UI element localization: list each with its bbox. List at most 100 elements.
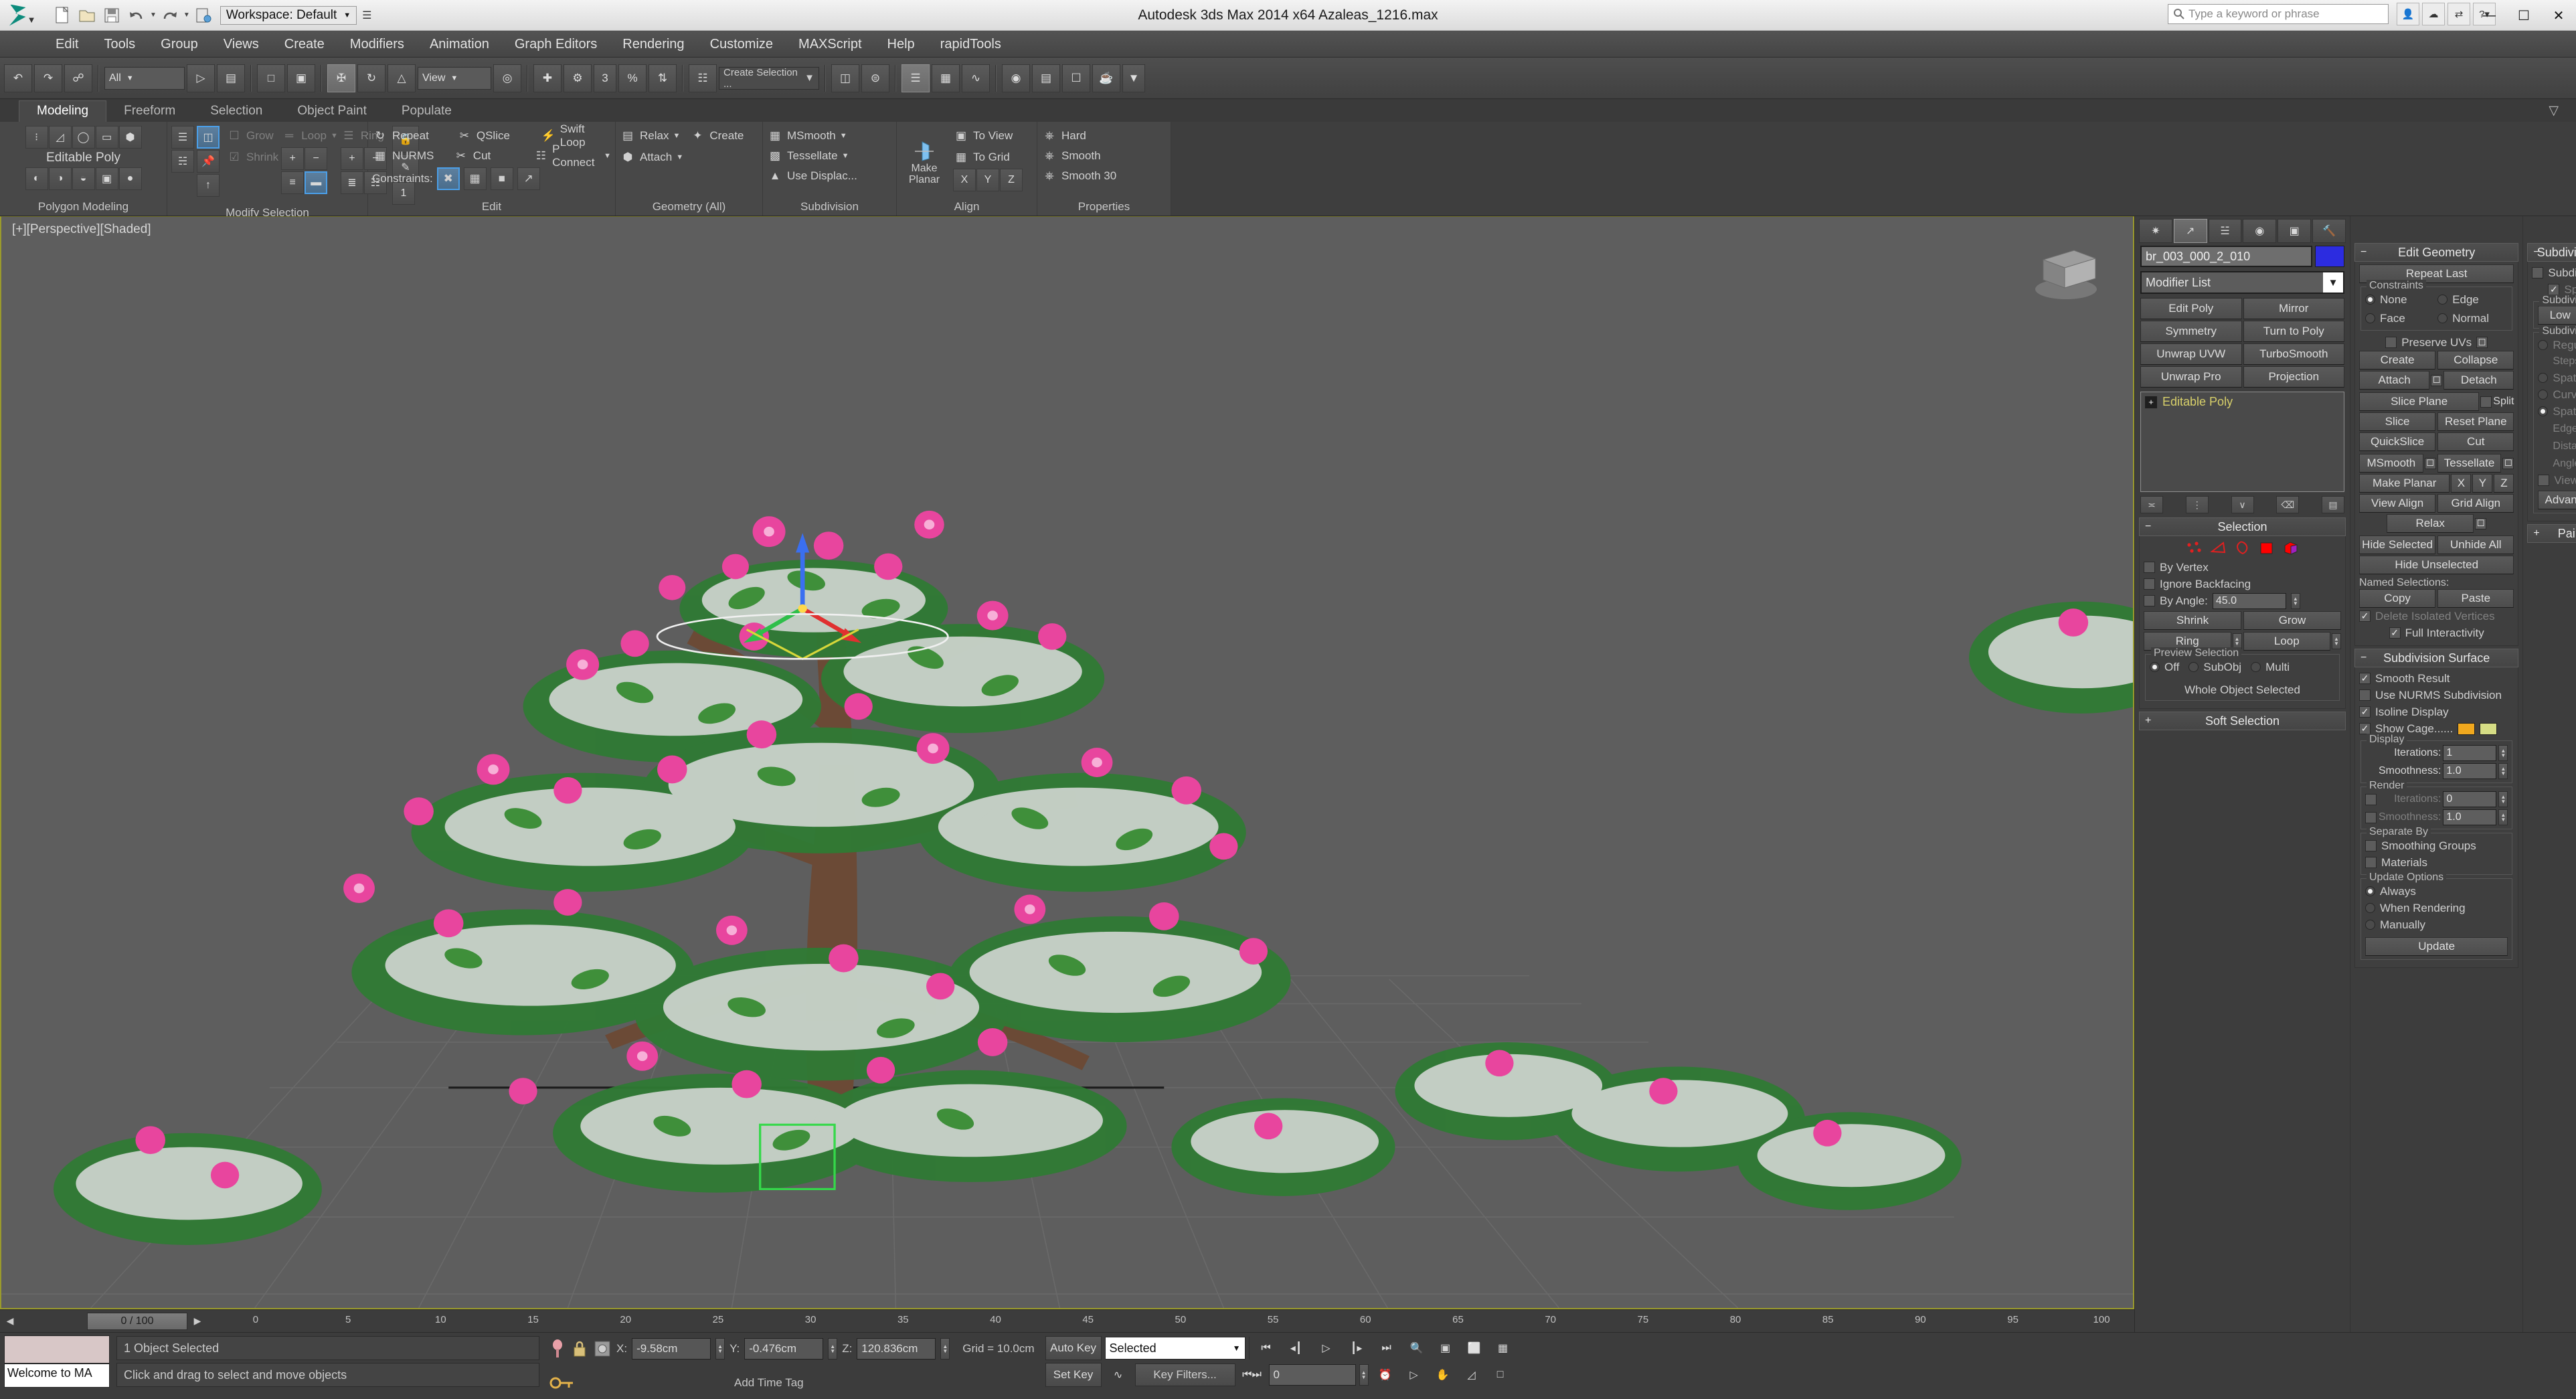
unwrap-uvw-modifier-button[interactable]: Unwrap UVW [2140,343,2242,365]
angle-snap-icon[interactable]: 3 [594,64,616,92]
unwrap-pro-modifier-button[interactable]: Unwrap Pro [2140,366,2242,388]
create-button[interactable]: Create [2359,351,2436,369]
use-nurms-checkbox[interactable]: Use NURMS Subdivision [2359,687,2514,704]
make-planar-button[interactable]: Make Planar [2359,474,2450,493]
isoline-display-checkbox[interactable]: Isoline Display [2359,704,2514,720]
create-tab-icon[interactable]: ✷ [2139,219,2172,243]
maxscript-input-pane[interactable]: Welcome to MA [4,1364,110,1388]
constraint-normal-radio[interactable]: Normal [2437,310,2508,327]
method-regular-radio[interactable]: Regular [2538,337,2576,353]
toggle-command-panel-icon[interactable]: ◫ [197,126,220,149]
pan-view-icon[interactable]: ✋ [1430,1363,1456,1387]
expand-icon[interactable]: + [2145,396,2157,408]
cloud-icon[interactable]: ☁ [2422,3,2445,25]
cut-button[interactable]: ✂ Cut [453,146,521,166]
reset-plane-button[interactable]: Reset Plane [2437,412,2514,431]
smoothing-groups-checkbox[interactable]: Smoothing Groups [2365,837,2508,854]
chevron-down-icon[interactable]: ▼ [676,153,683,161]
projection-modifier-button[interactable]: Projection [2243,366,2344,388]
make-planar-label[interactable]: Make Planar [901,163,948,185]
key-icon[interactable] [549,1374,576,1392]
collapse-button[interactable]: Collapse [2437,351,2514,369]
z-spinner[interactable]: ▲ ▼ [940,1337,950,1360]
smooth-button[interactable]: ⎈ Smooth [1041,146,1167,166]
curve-editor-icon[interactable]: ∿ [962,64,990,92]
render-production-icon[interactable]: ☕ [1092,64,1120,92]
menu-item-help[interactable]: Help [875,31,928,58]
generate-topology-icon[interactable]: ◐ [25,167,48,190]
paint-deformation-header[interactable]: + Paint Deformation [2527,524,2576,543]
use-stack-selection-icon[interactable]: ☰ [171,126,194,149]
reference-coordinate-combo[interactable]: View ▼ [418,66,491,90]
x-spinner[interactable]: ▲ ▼ [715,1337,725,1360]
relax-button[interactable]: ▤ Relax ▼ [620,126,680,146]
select-and-scale-icon[interactable]: △ [388,64,416,92]
edit-poly-modifier-button[interactable]: Edit Poly [2140,298,2242,319]
border-selection-icon[interactable] [2234,541,2251,556]
select-and-manipulate-icon[interactable]: ✚ [533,64,562,92]
detach-button[interactable]: Detach [2443,371,2514,390]
copy-button[interactable]: Copy [2359,589,2436,608]
key-mode-combo[interactable]: Selected ▼ [1104,1337,1246,1360]
z-coordinate-input[interactable]: 120.836cm [857,1337,936,1360]
zoom-all-icon[interactable]: ▣ [1432,1336,1459,1360]
render-smoothness-spinner[interactable]: ▲ ▼ [2498,809,2508,825]
align-icon[interactable]: ⊜ [861,64,889,92]
search-input[interactable]: Type a keyword or phrase [2168,4,2389,24]
advanced-parameters-button[interactable]: Advanced Parameters... [2538,491,2576,509]
loop-button[interactable]: ═ Loop ▼ [281,126,338,146]
timeline-prev-icon[interactable]: ◀ [0,1315,20,1327]
ring-shift-icon[interactable]: ≣ [340,171,363,194]
window-crossing-icon[interactable]: ▣ [287,64,315,92]
menu-item-rapidtools[interactable]: rapidTools [928,31,1014,58]
constraint-face-radio[interactable]: Face [2365,310,2435,327]
turbosmooth-modifier-button[interactable]: TurboSmooth [2243,343,2344,365]
make-unique-icon[interactable]: ↑ [197,174,220,197]
use-displacement-button[interactable]: ▲ Use Displac... [767,166,892,186]
preset-low-button[interactable]: Low [2538,306,2576,325]
material-editor-icon[interactable]: ◉ [1002,64,1030,92]
shrink-button[interactable]: ☑ Shrink [226,147,278,167]
orbit-icon[interactable]: ◿ [1458,1363,1485,1387]
current-frame-spinner[interactable]: ▲ ▼ [1359,1364,1369,1386]
make-planar-z-button[interactable]: Z [2494,474,2514,493]
by-angle-spinner[interactable]: ▲ ▼ [2290,592,2300,609]
menu-item-animation[interactable]: Animation [417,31,502,58]
timeline-ruler[interactable]: 0 5 10 15 20 25 30 35 40 45 50 55 60 65 … [207,1310,2134,1333]
chevron-down-icon[interactable]: ▼ [604,152,611,160]
menu-item-maxscript[interactable]: MAXScript [786,31,874,58]
by-angle-input[interactable]: 45.0 [2212,592,2286,609]
set-project-folder-icon[interactable] [192,5,215,26]
to-view-button[interactable]: ▣ To View [953,126,1023,146]
smooth-result-checkbox[interactable]: Smooth Result [2359,670,2514,687]
quickslice-button[interactable]: QuickSlice [2359,432,2436,451]
configure-modifier-sets-icon[interactable]: ▤ [2322,496,2344,513]
select-link-icon[interactable]: ☍ [64,64,92,92]
preview-subobj-radio[interactable]: SubObj [2188,659,2241,675]
mirror-icon[interactable]: ◫ [831,64,859,92]
by-vertex-checkbox[interactable]: By Vertex [2144,559,2341,576]
add-time-tag-label[interactable]: Add Time Tag [734,1376,804,1390]
menu-item-modifiers[interactable]: Modifiers [337,31,417,58]
split-checkbox[interactable] [2480,396,2492,408]
slice-plane-button[interactable]: Slice Plane [2359,392,2480,411]
maxscript-output-pane[interactable] [4,1335,110,1364]
select-by-name-icon[interactable]: ▤ [217,64,245,92]
y-spinner[interactable]: ▲ ▼ [828,1337,838,1360]
viewport-label[interactable]: [+][Perspective][Shaded] [12,222,151,237]
workspace-selector[interactable]: Workspace: Default ▼ [220,5,357,25]
render-iterations-spinner[interactable]: ▲ ▼ [2498,791,2508,807]
slice-button[interactable]: Slice [2359,412,2436,431]
toggle-layer-explorer-icon[interactable]: ☰ [901,64,930,92]
key-curve-icon[interactable]: ∿ [1105,1364,1132,1386]
maxscript-mini-listener[interactable]: Welcome to MA [0,1333,114,1399]
modify-tab-icon[interactable]: ↗ [2173,219,2207,243]
time-slider[interactable]: 0 / 100 [87,1312,187,1330]
remove-modifier-icon[interactable]: ⌫ [2276,496,2300,513]
rectangular-select-region-icon[interactable]: □ [257,64,285,92]
edit-named-selection-icon[interactable]: ☷ [689,64,717,92]
constraint-normal-icon[interactable]: ↗ [517,167,540,190]
unhide-all-button[interactable]: Unhide All [2437,536,2514,554]
autodesk-logo-button[interactable]: ▼ [0,0,41,31]
full-interactivity-checkbox[interactable]: Full Interactivity [2359,625,2514,641]
